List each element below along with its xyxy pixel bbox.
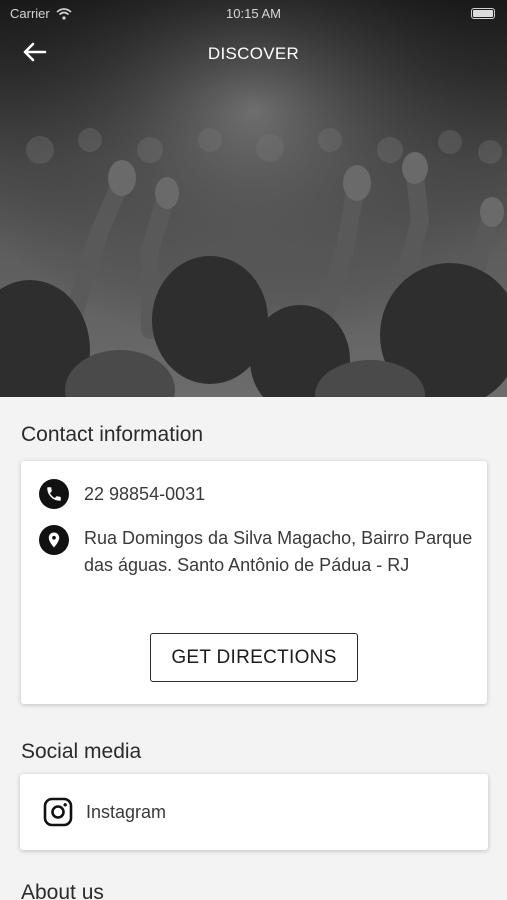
address-text: Rua Domingos da Silva Magacho, Bairro Pa… bbox=[84, 528, 473, 575]
hero-banner-image: Carrier 10:15 AM DISCOVER bbox=[0, 0, 507, 397]
get-directions-button[interactable]: GET DIRECTIONS bbox=[150, 633, 358, 682]
social-item-instagram[interactable]: Instagram bbox=[43, 797, 166, 827]
instagram-label: Instagram bbox=[86, 801, 167, 822]
contact-heading: Contact information bbox=[21, 423, 204, 446]
phone-number[interactable]: 22 98854-0031 bbox=[84, 481, 205, 508]
status-bar: Carrier 10:15 AM bbox=[0, 0, 507, 28]
social-card: Instagram bbox=[20, 774, 488, 850]
instagram-icon bbox=[43, 797, 73, 827]
status-time: 10:15 AM bbox=[226, 6, 281, 21]
about-heading: About us bbox=[21, 881, 104, 900]
contact-card: 22 98854-0031 Rua Domingos da Silva Maga… bbox=[21, 461, 487, 704]
phone-row[interactable]: 22 98854-0031 bbox=[39, 479, 205, 509]
page-title: DISCOVER bbox=[207, 44, 300, 63]
phone-icon bbox=[39, 479, 69, 509]
map-pin-icon bbox=[39, 525, 69, 555]
battery-icon bbox=[471, 8, 495, 19]
social-heading: Social media bbox=[21, 740, 142, 763]
nav-bar: DISCOVER bbox=[0, 30, 507, 76]
address-row: Rua Domingos da Silva Magacho, Bairro Pa… bbox=[39, 525, 474, 579]
